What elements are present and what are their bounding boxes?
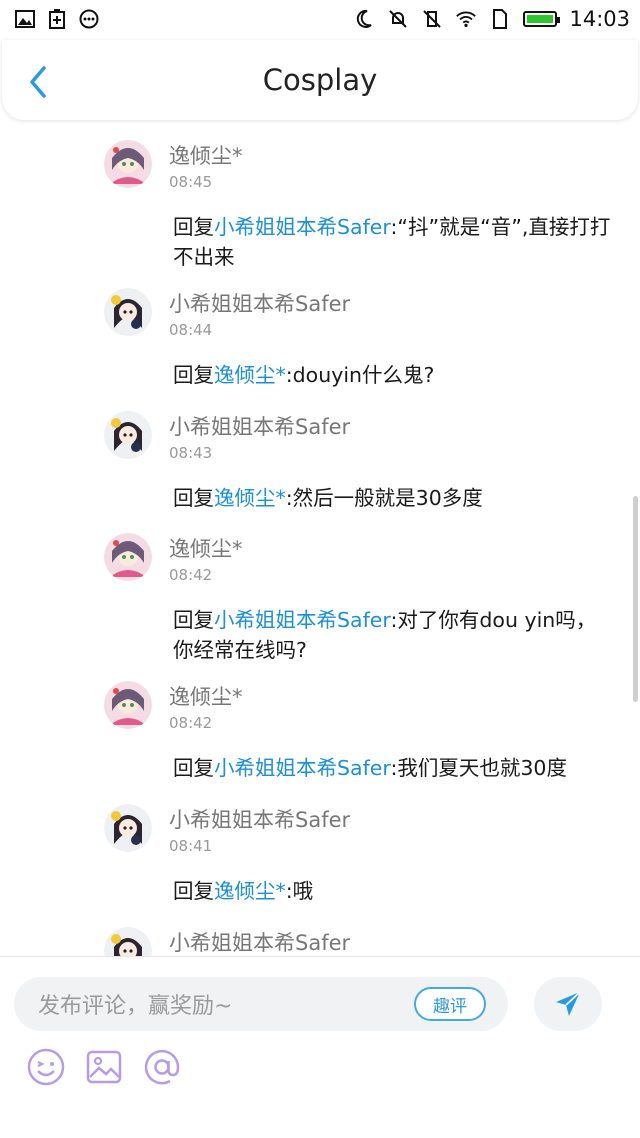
comment-time: 08:43: [169, 444, 213, 462]
chevron-left-icon: [30, 66, 46, 98]
comment-time: 08:42: [169, 714, 213, 732]
battery-plus-icon: [46, 8, 68, 30]
avatar[interactable]: [104, 411, 152, 459]
list-item: 逸倾尘* 08:42 回复小希姐姐本希Safer:对了你有dou yin吗，你经…: [104, 533, 624, 673]
sim-icon: [489, 8, 511, 30]
reply-target-link[interactable]: 逸倾尘*: [214, 879, 286, 903]
reply-target-link[interactable]: 逸倾尘*: [214, 363, 286, 387]
list-item: 小希姐姐本希Safer 08:43 回复逸倾尘*:然后一般就是30多度: [104, 411, 624, 521]
avatar[interactable]: [104, 140, 152, 188]
comment-time: 08:44: [169, 321, 213, 339]
comment-placeholder: 发布评论，赢奖励~: [38, 994, 233, 1019]
moon-icon: [353, 8, 375, 30]
mute-icon: [387, 8, 409, 30]
comment-composer: 发布评论，赢奖励~ 趣评: [0, 956, 640, 1138]
more-dots-icon: [78, 8, 100, 30]
emoji-icon: [27, 1048, 65, 1086]
comment-author[interactable]: 逸倾尘*: [169, 533, 243, 563]
list-item: 小希姐姐本希Safer 08:44 回复逸倾尘*:douyin什么鬼?: [104, 288, 624, 398]
avatar[interactable]: [104, 681, 152, 729]
comment-author[interactable]: 小希姐姐本希Safer: [169, 288, 350, 318]
list-item: 小希姐姐本希Safer 08:41 回复逸倾尘*:哦: [104, 804, 624, 914]
comment-text: 回复小希姐姐本希Safer:对了你有dou yin吗，你经常在线吗?: [173, 608, 597, 662]
list-item: 小希姐姐本希Safer: [104, 927, 624, 956]
image-button[interactable]: [84, 1047, 124, 1087]
status-bar: 14:03: [0, 0, 640, 38]
paper-plane-icon: [556, 991, 581, 1016]
comment-time: 08:42: [169, 566, 213, 584]
comment-text: 回复逸倾尘*:douyin什么鬼?: [173, 363, 435, 387]
comment-author[interactable]: 小希姐姐本希Safer: [169, 927, 350, 956]
emoji-button[interactable]: [26, 1047, 66, 1087]
comment-author[interactable]: 小希姐姐本希Safer: [169, 411, 350, 441]
wifi-icon: [455, 8, 477, 30]
app-header: Cosplay: [2, 40, 638, 120]
mention-button[interactable]: [142, 1047, 182, 1087]
comment-author[interactable]: 逸倾尘*: [169, 681, 243, 711]
list-item: 逸倾尘* 08:42 回复小希姐姐本希Safer:我们夏天也就30度: [104, 681, 624, 791]
page-title: Cosplay: [262, 63, 378, 97]
back-button[interactable]: [24, 64, 54, 100]
comment-text: 回复小希姐姐本希Safer:“抖”就是“音”,直接打打不出来: [173, 215, 611, 269]
status-time: 14:03: [569, 7, 630, 31]
scrollbar[interactable]: [633, 496, 638, 702]
reply-target-link[interactable]: 小希姐姐本希Safer: [214, 215, 390, 239]
send-button[interactable]: [534, 977, 602, 1031]
comment-time: 08:41: [169, 837, 213, 855]
reply-target-link[interactable]: 逸倾尘*: [214, 486, 286, 510]
comment-text: 回复小希姐姐本希Safer:我们夏天也就30度: [173, 756, 567, 780]
comment-author[interactable]: 小希姐姐本希Safer: [169, 804, 350, 834]
avatar[interactable]: [104, 927, 152, 956]
avatar[interactable]: [104, 533, 152, 581]
comment-text: 回复逸倾尘*:然后一般就是30多度: [173, 486, 483, 510]
avatar[interactable]: [104, 804, 152, 852]
vibrate-off-icon: [421, 8, 443, 30]
comment-time: 08:45: [169, 173, 213, 191]
reply-target-link[interactable]: 小希姐姐本希Safer: [214, 608, 390, 632]
comment-author[interactable]: 逸倾尘*: [169, 140, 243, 170]
image-icon: [86, 1050, 122, 1084]
avatar[interactable]: [104, 288, 152, 336]
list-item: 逸倾尘* 08:45 回复小希姐姐本希Safer:“抖”就是“音”,直接打打不出…: [104, 140, 624, 280]
comment-text: 回复逸倾尘*:哦: [173, 879, 314, 903]
comment-list[interactable]: 逸倾尘* 08:45 回复小希姐姐本希Safer:“抖”就是“音”,直接打打不出…: [0, 122, 640, 956]
comment-input[interactable]: 发布评论，赢奖励~ 趣评: [14, 977, 508, 1031]
battery-icon: [523, 11, 561, 27]
image-icon: [14, 8, 36, 30]
reply-target-link[interactable]: 小希姐姐本希Safer: [214, 756, 390, 780]
composer-tools: [26, 1047, 182, 1087]
quping-button[interactable]: 趣评: [414, 987, 486, 1021]
at-icon: [144, 1049, 180, 1085]
